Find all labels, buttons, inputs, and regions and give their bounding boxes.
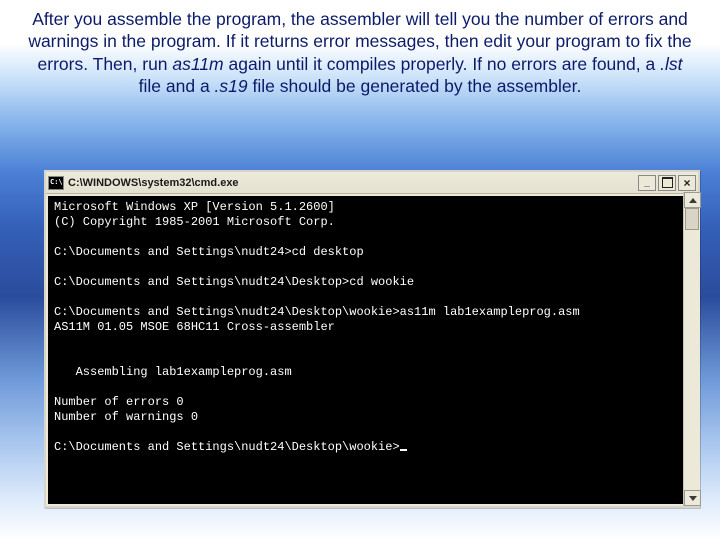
titlebar[interactable]: C:\WINDOWS\system32\cmd.exe _ × (46, 172, 698, 194)
close-button[interactable]: × (678, 175, 696, 191)
term-prompt: C:\Documents and Settings\nudt24\Desktop… (54, 440, 690, 455)
term-line: Number of warnings 0 (54, 410, 690, 425)
cursor-icon (400, 449, 407, 451)
chevron-down-icon (689, 496, 697, 501)
cmd-window-wrap: C:\WINDOWS\system32\cmd.exe _ × Microsof… (44, 170, 700, 508)
scroll-down-button[interactable] (684, 490, 701, 506)
scrollbar[interactable] (683, 192, 700, 506)
scroll-up-button[interactable] (684, 192, 701, 208)
term-line: C:\Documents and Settings\nudt24\Desktop… (54, 305, 690, 320)
term-line: AS11M 01.05 MSOE 68HC11 Cross-assembler (54, 320, 690, 335)
term-line: C:\Documents and Settings\nudt24\Desktop… (54, 275, 690, 290)
minimize-button[interactable]: _ (638, 175, 656, 191)
term-line: Assembling lab1exampleprog.asm (54, 365, 690, 380)
cmd-icon (48, 176, 64, 190)
scroll-thumb[interactable] (685, 208, 699, 230)
window-buttons: _ × (638, 175, 696, 191)
term-line: Number of errors 0 (54, 395, 690, 410)
term-line: (C) Copyright 1985-2001 Microsoft Corp. (54, 215, 690, 230)
term-line: C:\Documents and Settings\nudt24>cd desk… (54, 245, 690, 260)
instruction-text: After you assemble the program, the asse… (0, 0, 720, 104)
maximize-button[interactable] (658, 175, 676, 191)
chevron-up-icon (689, 198, 697, 203)
cmd-window: C:\WINDOWS\system32\cmd.exe _ × Microsof… (44, 170, 700, 508)
terminal[interactable]: Microsoft Windows XP [Version 5.1.2600] … (48, 196, 696, 504)
window-title: C:\WINDOWS\system32\cmd.exe (68, 177, 634, 189)
term-line: Microsoft Windows XP [Version 5.1.2600] (54, 200, 690, 215)
